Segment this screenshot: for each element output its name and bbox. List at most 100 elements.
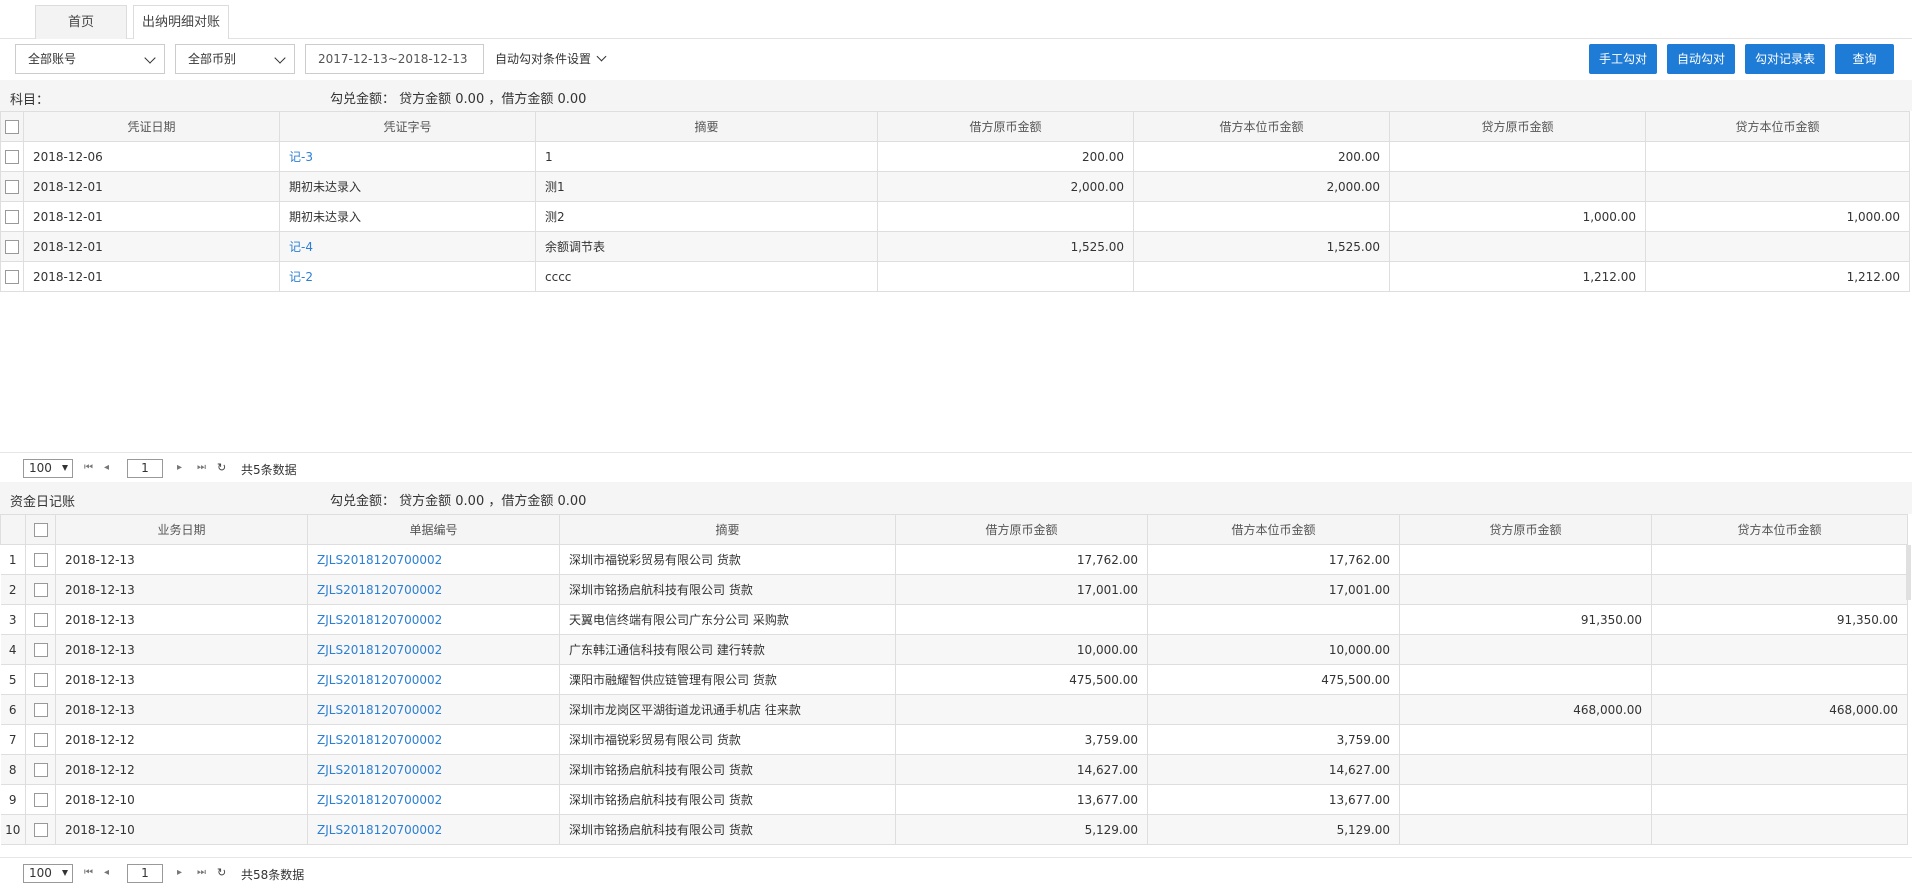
document-number-link[interactable]: ZJLS2018120700002	[307, 754, 560, 785]
journal-row[interactable]: 1 2018-12-13 ZJLS2018120700002 深圳市福锐彩贸易有限公司…	[0, 544, 1908, 575]
select-all-checkbox[interactable]	[0, 111, 24, 142]
row-checkbox[interactable]	[25, 724, 56, 755]
journal-row[interactable]: 5 2018-12-13 ZJLS2018120700002 溧阳市融耀智供应链管理有…	[0, 664, 1908, 695]
first-page-icon[interactable]: ⏮	[84, 462, 93, 474]
document-number-link[interactable]: ZJLS2018120700002	[307, 694, 560, 725]
document-number-link[interactable]: ZJLS2018120700002	[307, 634, 560, 665]
page-size-select[interactable]: 100	[23, 864, 73, 883]
credit-original-amount	[1399, 634, 1652, 665]
row-checkbox[interactable]	[25, 574, 56, 605]
journal-row[interactable]: 4 2018-12-13 ZJLS2018120700002 广东韩江通信科技有限公司…	[0, 634, 1908, 665]
business-date: 2018-12-10	[55, 784, 308, 815]
last-page-icon[interactable]: ⏭	[197, 867, 206, 879]
column-header[interactable]: 单据编号	[307, 514, 560, 545]
journal-summary: 深圳市铭扬启航科技有限公司 货款	[559, 574, 896, 605]
column-header[interactable]: 凭证字号	[279, 111, 536, 142]
vertical-scrollbar[interactable]	[1906, 545, 1911, 600]
column-header[interactable]: 借方本位币金额	[1147, 514, 1400, 545]
voucher-summary: 测2	[535, 201, 878, 232]
auto-match-button[interactable]: 自动勾对	[1667, 44, 1735, 74]
voucher-number[interactable]: 记-2	[279, 261, 536, 292]
select-all-checkbox[interactable]	[25, 514, 56, 545]
document-number-link[interactable]: ZJLS2018120700002	[307, 784, 560, 815]
column-header[interactable]: 业务日期	[55, 514, 308, 545]
column-header[interactable]: 借方原币金额	[877, 111, 1134, 142]
journal-row[interactable]: 9 2018-12-10 ZJLS2018120700002 深圳市铭扬启航科技有限公…	[0, 784, 1908, 815]
row-checkbox[interactable]	[25, 634, 56, 665]
row-checkbox[interactable]	[25, 604, 56, 635]
credit-base-amount	[1645, 231, 1910, 262]
refresh-icon[interactable]: ↻	[217, 462, 226, 474]
first-page-icon[interactable]: ⏮	[84, 867, 93, 879]
account-select[interactable]: 全部账号	[15, 44, 165, 74]
row-checkbox[interactable]	[25, 694, 56, 725]
upper-pagination: 100 ⏮ ◂ 1 ▸ ⏭ ↻ 共5条数据	[0, 452, 1912, 482]
journal-summary: 深圳市铭扬启航科技有限公司 货款	[559, 784, 896, 815]
manual-match-button[interactable]: 手工勾对	[1589, 44, 1657, 74]
page-size-select[interactable]: 100	[23, 459, 73, 478]
row-checkbox[interactable]	[0, 201, 24, 232]
date-range-input[interactable]: 2017-12-13~2018-12-13	[305, 44, 484, 74]
journal-row[interactable]: 10 2018-12-10 ZJLS2018120700002 深圳市铭扬启航科技有限…	[0, 814, 1908, 845]
journal-row[interactable]: 3 2018-12-13 ZJLS2018120700002 天翼电信终端有限公司广东…	[0, 604, 1908, 635]
last-page-icon[interactable]: ⏭	[197, 462, 206, 474]
journal-row[interactable]: 6 2018-12-13 ZJLS2018120700002 深圳市龙岗区平湖街道龙讯…	[0, 694, 1908, 725]
column-header[interactable]: 凭证日期	[23, 111, 280, 142]
row-checkbox[interactable]	[0, 231, 24, 262]
document-number-link[interactable]: ZJLS2018120700002	[307, 724, 560, 755]
voucher-row[interactable]: 2018-12-01 记-4 余额调节表 1,525.00 1,525.00	[0, 231, 1910, 262]
match-records-button[interactable]: 勾对记录表	[1745, 44, 1825, 74]
tab-cashier-reconciliation[interactable]: 出纳明细对账	[133, 5, 229, 40]
voucher-number[interactable]: 记-3	[279, 141, 536, 172]
credit-base-amount	[1651, 544, 1908, 575]
debit-original-amount: 2,000.00	[877, 171, 1134, 202]
voucher-row[interactable]: 2018-12-01 记-2 cccc 1,212.00 1,212.00	[0, 261, 1910, 292]
column-header[interactable]: 贷方原币金额	[1389, 111, 1646, 142]
prev-page-icon[interactable]: ◂	[104, 462, 109, 474]
voucher-row[interactable]: 2018-12-01 期初未达录入 测2 1,000.00 1,000.00	[0, 201, 1910, 232]
column-header[interactable]: 贷方本位币金额	[1651, 514, 1908, 545]
row-checkbox[interactable]	[0, 141, 24, 172]
voucher-row[interactable]: 2018-12-06 记-3 1 200.00 200.00	[0, 141, 1910, 172]
column-header[interactable]: 借方原币金额	[895, 514, 1148, 545]
column-header[interactable]: 贷方本位币金额	[1645, 111, 1910, 142]
row-checkbox[interactable]	[25, 814, 56, 845]
row-checkbox[interactable]	[25, 664, 56, 695]
row-number: 5	[0, 664, 26, 695]
page-number-input[interactable]: 1	[127, 459, 163, 478]
column-header[interactable]: 贷方原币金额	[1399, 514, 1652, 545]
query-button[interactable]: 查询	[1835, 44, 1894, 74]
prev-page-icon[interactable]: ◂	[104, 867, 109, 879]
column-header[interactable]: 摘要	[535, 111, 878, 142]
voucher-number[interactable]: 记-4	[279, 231, 536, 262]
caret-down-icon	[62, 465, 68, 471]
column-header[interactable]: 借方本位币金额	[1133, 111, 1390, 142]
document-number-link[interactable]: ZJLS2018120700002	[307, 574, 560, 605]
voucher-row[interactable]: 2018-12-01 期初未达录入 测1 2,000.00 2,000.00	[0, 171, 1910, 202]
currency-select[interactable]: 全部币别	[175, 44, 295, 74]
row-checkbox[interactable]	[0, 171, 24, 202]
journal-row[interactable]: 7 2018-12-12 ZJLS2018120700002 深圳市福锐彩贸易有限公司…	[0, 724, 1908, 755]
column-header[interactable]: 摘要	[559, 514, 896, 545]
row-checkbox[interactable]	[25, 544, 56, 575]
credit-base-amount	[1645, 171, 1910, 202]
next-page-icon[interactable]: ▸	[177, 462, 182, 474]
document-number-link[interactable]: ZJLS2018120700002	[307, 814, 560, 845]
page-number-input[interactable]: 1	[127, 864, 163, 883]
next-page-icon[interactable]: ▸	[177, 867, 182, 879]
debit-original-amount: 475,500.00	[895, 664, 1148, 695]
refresh-icon[interactable]: ↻	[217, 867, 226, 879]
row-checkbox[interactable]	[25, 754, 56, 785]
row-checkbox[interactable]	[25, 784, 56, 815]
debit-original-amount	[895, 604, 1148, 635]
document-number-link[interactable]: ZJLS2018120700002	[307, 544, 560, 575]
document-number-link[interactable]: ZJLS2018120700002	[307, 664, 560, 695]
tab-home[interactable]: 首页	[35, 5, 127, 39]
journal-row[interactable]: 2 2018-12-13 ZJLS2018120700002 深圳市铭扬启航科技有限公…	[0, 574, 1908, 605]
journal-row[interactable]: 8 2018-12-12 ZJLS2018120700002 深圳市铭扬启航科技有限公…	[0, 754, 1908, 785]
document-number-link[interactable]: ZJLS2018120700002	[307, 604, 560, 635]
lower-matched-amount: 勾兑金额： 贷方金额 0.00 ，借方金额 0.00	[330, 494, 587, 509]
row-checkbox[interactable]	[0, 261, 24, 292]
auto-match-settings-dropdown[interactable]: 自动勾对条件设置	[495, 44, 607, 74]
business-date: 2018-12-12	[55, 724, 308, 755]
